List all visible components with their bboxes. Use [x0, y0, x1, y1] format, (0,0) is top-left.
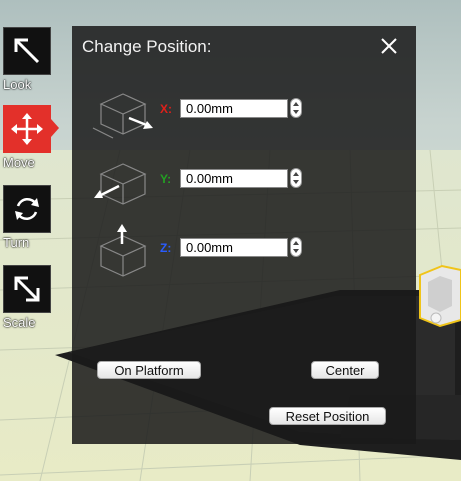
stepper-down-icon[interactable]	[293, 180, 299, 184]
stepper-down-icon[interactable]	[293, 249, 299, 253]
look-tool-button[interactable]	[3, 27, 51, 75]
tool-move[interactable]: Move	[3, 105, 59, 170]
y-position-field[interactable]	[180, 169, 288, 188]
z-position-field[interactable]	[180, 238, 288, 257]
y-axis-label: Y:	[160, 172, 172, 186]
tool-look[interactable]: Look	[3, 27, 51, 92]
look-arrow-icon	[14, 38, 40, 64]
active-tool-pointer	[51, 119, 59, 137]
rotate-icon	[15, 197, 39, 221]
scale-arrow-icon	[14, 276, 40, 302]
tool-label: Look	[3, 77, 32, 92]
panel-title: Change Position:	[82, 37, 212, 56]
stepper-up-icon[interactable]	[293, 172, 299, 176]
x-position-field[interactable]	[180, 99, 288, 118]
center-button[interactable]: Center	[311, 361, 379, 379]
tool-scale[interactable]: Scale	[3, 265, 51, 330]
turn-tool-button[interactable]	[3, 185, 51, 233]
tool-turn[interactable]: Turn	[3, 185, 51, 250]
y-axis-cube-icon	[94, 163, 147, 205]
x-position-stepper[interactable]	[290, 98, 302, 118]
stepper-up-icon[interactable]	[293, 241, 299, 245]
close-icon[interactable]	[379, 36, 399, 56]
x-axis-cube-icon	[92, 93, 153, 139]
stepper-up-icon[interactable]	[293, 102, 299, 106]
z-axis-cube-icon	[99, 224, 147, 277]
scale-tool-button[interactable]	[3, 265, 51, 313]
tool-label: Move	[3, 155, 35, 170]
y-position-stepper[interactable]	[290, 168, 302, 188]
reset-position-button[interactable]: Reset Position	[269, 407, 386, 425]
move-arrows-icon	[11, 113, 43, 145]
x-axis-label: X:	[160, 102, 172, 116]
move-tool-button[interactable]	[3, 105, 51, 153]
on-platform-button[interactable]: On Platform	[97, 361, 201, 379]
tool-label: Scale	[3, 315, 36, 330]
change-position-panel: Change Position: X: Y:	[72, 26, 416, 444]
tool-label: Turn	[3, 235, 30, 250]
z-position-stepper[interactable]	[290, 237, 302, 257]
stepper-down-icon[interactable]	[293, 110, 299, 114]
z-axis-label: Z:	[160, 241, 172, 255]
